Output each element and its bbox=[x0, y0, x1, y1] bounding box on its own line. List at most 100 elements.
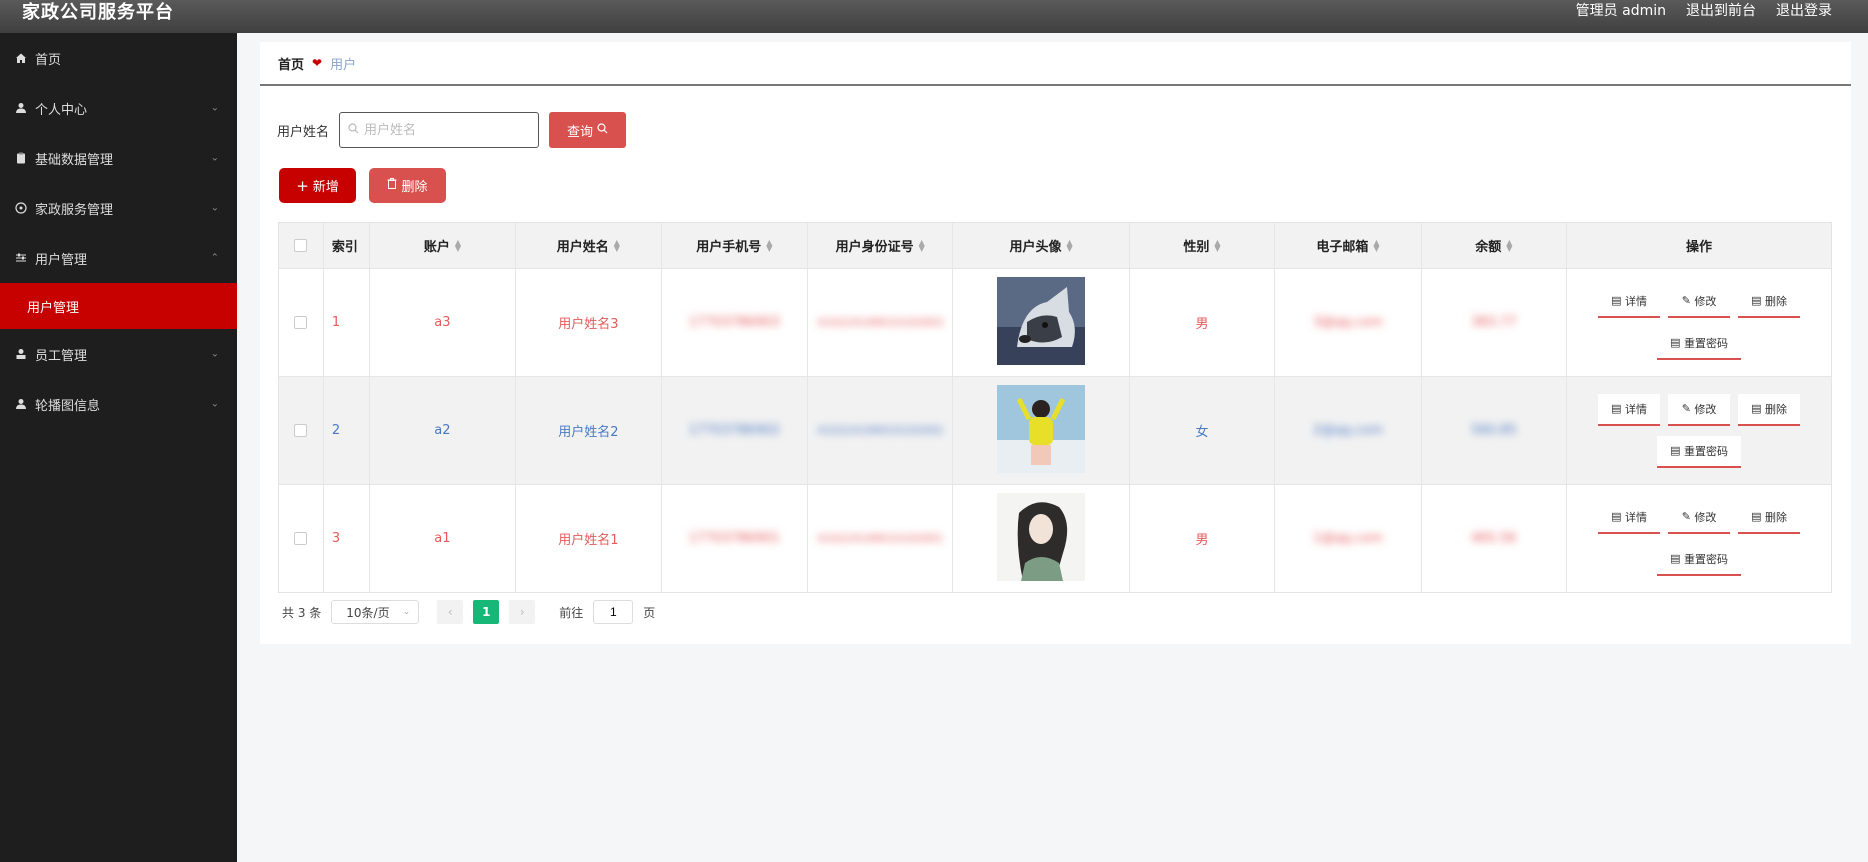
cell-index: 1 bbox=[324, 269, 370, 376]
cell-phone: 17703786901 bbox=[688, 531, 780, 546]
sidebar-item-basic-data[interactable]: 基础数据管理 ⌄ bbox=[0, 133, 237, 183]
column-header[interactable]: 性别 ▲ ▼ bbox=[1130, 223, 1276, 268]
sidebar-item-label: 个人中心 bbox=[35, 102, 88, 118]
sort-icon: ▲ ▼ bbox=[1506, 237, 1513, 253]
delete-button-label: 删除 bbox=[401, 180, 428, 195]
action-bar: + 新增 删除 bbox=[279, 168, 446, 203]
column-header[interactable]: 余额 ▲ ▼ bbox=[1422, 223, 1568, 268]
row-checkbox[interactable] bbox=[294, 316, 308, 329]
search-input[interactable] bbox=[364, 122, 535, 138]
cell-phone: 17703786903 bbox=[688, 315, 780, 330]
chevron-down-icon: ⌄ bbox=[210, 398, 219, 410]
sort-icon: ▲ ▼ bbox=[454, 237, 461, 253]
table-header: 索引 账户 ▲ ▼ 用户姓名 ▲ ▼ 用户手机号 ▲ ▼ 用户身份证号 ▲ ▼ 用户头像 ▲ ▼ 性… bbox=[279, 223, 1831, 268]
next-page-button[interactable]: › bbox=[509, 600, 536, 624]
page-size-value: 10条/页 bbox=[346, 605, 390, 620]
sliders-icon bbox=[14, 251, 28, 265]
column-header-label: 账户 bbox=[423, 240, 450, 255]
edit-button[interactable]: ✎ 修改 bbox=[1668, 501, 1731, 534]
row-checkbox[interactable] bbox=[294, 532, 308, 545]
column-header[interactable]: 用户手机号 ▲ ▼ bbox=[662, 223, 808, 268]
column-header[interactable]: 用户姓名 ▲ ▼ bbox=[516, 223, 662, 268]
document-icon: ▤ bbox=[1670, 336, 1684, 349]
main-panel: 首页 ❤ 用户 用户姓名 查询 + 新增 删除 索引 账户 ▲▼ 用户姓名 ▲▼ bbox=[260, 42, 1851, 644]
batch-delete-button[interactable]: 删除 bbox=[369, 168, 446, 203]
avatar[interactable] bbox=[997, 276, 1086, 369]
detail-button[interactable]: ▤ 详情 bbox=[1598, 501, 1661, 534]
add-button[interactable]: + 新增 bbox=[279, 168, 356, 203]
delete-button[interactable]: ▤ 删除 bbox=[1738, 393, 1801, 426]
sidebar-item-housekeeping[interactable]: 家政服务管理 ⌄ bbox=[0, 183, 237, 233]
sidebar-item-home[interactable]: 首页 bbox=[0, 33, 237, 83]
chevron-down-icon: ⌄ bbox=[402, 607, 411, 617]
detail-button[interactable]: ▤ 详情 bbox=[1598, 393, 1661, 426]
cell-balance: 465.56 bbox=[1471, 531, 1517, 546]
table-row: 3 a1 用户姓名1 17703786901 41022419901010200… bbox=[279, 484, 1831, 592]
user-table: 索引 账户 ▲ ▼ 用户姓名 ▲ ▼ 用户手机号 ▲ ▼ 用户身份证号 ▲ ▼ 用户头像 ▲ ▼ 性… bbox=[278, 222, 1832, 593]
reset-label: 重置密码 bbox=[1683, 444, 1728, 458]
avatar[interactable] bbox=[997, 492, 1086, 585]
sort-icon: ▲ ▼ bbox=[1066, 237, 1073, 253]
delete-button[interactable]: ▤ 删除 bbox=[1738, 501, 1801, 534]
cell-balance: 383.77 bbox=[1471, 315, 1517, 330]
sidebar-item-label: 员工管理 bbox=[35, 348, 88, 364]
logout-link[interactable]: 退出登录 bbox=[1776, 0, 1832, 20]
sidebar-item-user-management[interactable]: 用户管理 ⌃ bbox=[0, 233, 237, 283]
cell-email: 1@qq.com bbox=[1313, 531, 1383, 546]
cell-name: 用户姓名2 bbox=[516, 377, 662, 484]
cell-idcard: 410224199010102002 bbox=[817, 424, 944, 437]
cell-account: a1 bbox=[370, 485, 517, 592]
query-button[interactable]: 查询 bbox=[549, 112, 627, 148]
sidebar: 首页 个人中心 ⌄ 基础数据管理 ⌄ 家政服务管理 ⌄ 用户管理 ⌃ 用户管理 … bbox=[0, 33, 237, 862]
page-number-current[interactable]: 1 bbox=[473, 600, 500, 624]
sidebar-item-label: 用户管理 bbox=[35, 252, 88, 268]
reset-password-button[interactable]: ▤ 重置密码 bbox=[1657, 327, 1742, 360]
prev-page-button[interactable]: ‹ bbox=[437, 600, 464, 624]
cell-email: 2@qq.com bbox=[1313, 423, 1383, 438]
reset-label: 重置密码 bbox=[1683, 552, 1728, 566]
breadcrumb-home[interactable]: 首页 bbox=[278, 54, 304, 73]
column-header[interactable]: 账户 ▲ ▼ bbox=[370, 223, 517, 268]
column-header[interactable]: 用户身份证号 ▲ ▼ bbox=[808, 223, 954, 268]
cell-account: a2 bbox=[370, 377, 517, 484]
delete-button[interactable]: ▤ 删除 bbox=[1738, 285, 1801, 318]
cell-sex: 女 bbox=[1130, 377, 1276, 484]
cell-name: 用户姓名3 bbox=[516, 269, 662, 376]
table-row: 2 a2 用户姓名2 17703786902 41022419901010200… bbox=[279, 376, 1831, 484]
column-header[interactable]: 用户头像 ▲ ▼ bbox=[953, 223, 1130, 268]
chevron-down-icon: ⌄ bbox=[210, 202, 219, 214]
app-title: 家政公司服务平台 bbox=[22, 2, 174, 23]
add-button-label: 新增 bbox=[312, 180, 339, 195]
detail-label: 详情 bbox=[1624, 510, 1647, 524]
column-header-label: 用户头像 bbox=[1009, 240, 1062, 255]
document-icon: ▤ bbox=[1670, 444, 1684, 457]
edit-button[interactable]: ✎ 修改 bbox=[1668, 393, 1731, 426]
column-header[interactable]: 电子邮箱 ▲ ▼ bbox=[1275, 223, 1422, 268]
detail-label: 详情 bbox=[1624, 402, 1647, 416]
back-to-front-link[interactable]: 退出到前台 bbox=[1686, 0, 1756, 20]
plus-icon: + bbox=[296, 176, 309, 195]
document-icon: ▤ bbox=[1611, 510, 1625, 523]
sidebar-item-profile[interactable]: 个人中心 ⌄ bbox=[0, 83, 237, 133]
reset-password-button[interactable]: ▤ 重置密码 bbox=[1657, 435, 1742, 468]
edit-button[interactable]: ✎ 修改 bbox=[1668, 285, 1731, 318]
cell-idcard: 410224199010102001 bbox=[817, 532, 944, 545]
page-suffix: 页 bbox=[643, 605, 656, 620]
trash-icon: ▤ bbox=[1751, 402, 1765, 415]
sort-icon: ▲ ▼ bbox=[766, 237, 773, 253]
cell-index: 3 bbox=[324, 485, 370, 592]
heart-icon: ❤ bbox=[312, 56, 323, 70]
detail-button[interactable]: ▤ 详情 bbox=[1598, 285, 1661, 318]
select-all-checkbox[interactable] bbox=[294, 239, 308, 252]
page-size-select[interactable]: 10条/页 ⌄ bbox=[331, 600, 420, 624]
reset-password-button[interactable]: ▤ 重置密码 bbox=[1657, 543, 1742, 576]
trash-icon bbox=[387, 178, 397, 193]
search-label: 用户姓名 bbox=[277, 124, 330, 140]
chevron-down-icon: ⌄ bbox=[210, 102, 219, 114]
submenu-user-management[interactable]: 用户管理 bbox=[0, 283, 237, 329]
sidebar-item-staff[interactable]: 员工管理 ⌄ bbox=[0, 329, 237, 379]
sidebar-item-carousel[interactable]: 轮播图信息 ⌄ bbox=[0, 379, 237, 429]
goto-page-input[interactable] bbox=[593, 600, 634, 624]
row-checkbox[interactable] bbox=[294, 424, 308, 437]
avatar[interactable] bbox=[997, 384, 1086, 477]
